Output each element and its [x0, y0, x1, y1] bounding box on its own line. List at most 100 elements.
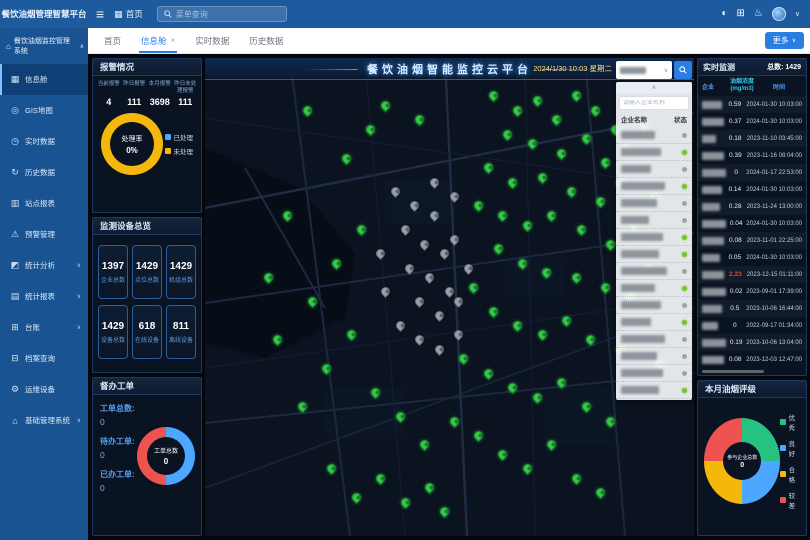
realtime-row[interactable]: 0.392023-11-16 08:04:00 [698, 147, 806, 164]
company-list-item[interactable] [616, 348, 692, 365]
tab-4[interactable]: 历史数据 [239, 28, 293, 53]
reading-time: 2023-12-03 12:47:00 [746, 357, 802, 363]
realtime-row[interactable]: 0.082023-11-01 22:25:00 [698, 232, 806, 249]
company-name-cell [702, 130, 724, 148]
company-name-redacted [621, 267, 667, 275]
header-icons: ◐ ⊞ ♨ ∨ [721, 7, 810, 21]
realtime-row[interactable]: 0.592024-01-30 10:03:00 [698, 96, 806, 113]
realtime-row[interactable]: 02024-01-17 22:53:00 [698, 164, 806, 181]
sidebar-item-7[interactable]: ◩统计分析∨ [0, 250, 88, 281]
concentration-value: 0.08 [724, 237, 747, 244]
alarm-stat: 当前报警4 [96, 81, 122, 107]
company-list-item[interactable] [616, 365, 692, 382]
tab-label: 实时数据 [195, 35, 229, 47]
tab-1[interactable]: 首页 [94, 28, 131, 53]
sidebar-item-4[interactable]: ↻历史数据 [0, 157, 88, 188]
company-list-item[interactable] [616, 144, 692, 161]
map[interactable]: 餐饮油烟智能监控云平台 2024/1/30 10:03 星期二 ∨ ∧ [205, 58, 694, 536]
concentration-value: 0.05 [723, 254, 746, 261]
company-name-redacted [621, 216, 649, 224]
base-system-icon: ⌂ [10, 416, 20, 426]
company-name-cell [702, 215, 726, 233]
legend-item: 合格 [780, 464, 800, 484]
reading-time: 2023-11-24 13:00:00 [747, 204, 802, 210]
menu-search-input[interactable] [176, 10, 280, 19]
sidebar-item-label: 历史数据 [25, 167, 55, 178]
realtime-row[interactable]: 2.232023-12-15 01:11:00 [698, 266, 806, 283]
company-list-item[interactable] [616, 382, 692, 399]
more-button[interactable]: 更多 ∨ [765, 32, 804, 49]
realtime-row[interactable]: 0.192023-10-06 13:04:00 [698, 334, 806, 351]
gis-map-icon: ◎ [10, 105, 20, 116]
sidebar-item-9[interactable]: ⊞台账∨ [0, 312, 88, 343]
status-dot [682, 303, 687, 308]
company-list-item[interactable] [616, 314, 692, 331]
reading-time: 2023-10-06 16:44:00 [746, 306, 802, 312]
horizontal-scrollbar[interactable] [702, 370, 764, 373]
company-list-item[interactable] [616, 246, 692, 263]
sidebar-item-12[interactable]: ⌂基础管理系统∨ [0, 405, 88, 436]
sidebar-system-title-label: 餐饮油烟监控管理系统 [14, 36, 77, 56]
rating-donut-label: 参与企业总数 [727, 454, 757, 461]
company-select[interactable]: ∨ [616, 61, 672, 79]
realtime-row[interactable]: 0.52023-10-06 16:44:00 [698, 300, 806, 317]
company-list-item[interactable] [616, 178, 692, 195]
realtime-row[interactable]: 02022-09-17 01:34:00 [698, 317, 806, 334]
company-name-redacted [702, 118, 724, 126]
sidebar-item-6[interactable]: ⚠预警管理 [0, 219, 88, 250]
device-stat-label: 离线设备 [169, 335, 193, 344]
realtime-row[interactable]: 0.182023-11-10 03:45:00 [698, 130, 806, 147]
sidebar-system-title[interactable]: ⌂ 餐饮油烟监控管理系统 ∧ [0, 28, 88, 64]
company-search-button[interactable] [674, 61, 692, 79]
nav-home[interactable]: ▦ 首页 [114, 8, 143, 20]
company-list-item[interactable] [616, 229, 692, 246]
tab-3[interactable]: 实时数据 [185, 28, 239, 53]
company-name-cell [702, 283, 726, 301]
concentration-value: 0.28 [724, 203, 747, 210]
sidebar-item-2[interactable]: ◎GIS地图 [0, 95, 88, 126]
status-dot [682, 133, 687, 138]
company-list-item[interactable] [616, 331, 692, 348]
apps-grid-icon[interactable]: ⊞ [737, 9, 745, 19]
sidebar-item-5[interactable]: ▥站点报表 [0, 188, 88, 219]
theme-icon[interactable]: ◐ [721, 9, 727, 19]
company-list-item[interactable] [616, 263, 692, 280]
alarm-donut-label: 处理率 [122, 134, 143, 144]
tab-bar: 首页信息舱× 实时数据历史数据 更多 ∨ [88, 28, 810, 54]
avatar[interactable] [772, 7, 786, 21]
company-list-item[interactable] [616, 280, 692, 297]
realtime-row[interactable]: 0.042024-01-30 10:03:00 [698, 215, 806, 232]
company-list-item[interactable] [616, 195, 692, 212]
company-list-item[interactable] [616, 161, 692, 178]
device-stat-label: 设备总数 [101, 335, 125, 344]
realtime-row[interactable]: 0.372024-01-30 10:03:00 [698, 113, 806, 130]
map-datetime: 2024/1/30 10:03 星期二 [533, 63, 612, 74]
chevron-down-icon[interactable]: ∨ [795, 10, 800, 18]
sidebar-item-10[interactable]: ⊟档案查询 [0, 343, 88, 374]
company-list-item[interactable] [616, 127, 692, 144]
company-name-redacted [621, 284, 655, 292]
menu-collapse-icon[interactable]: ≡ [96, 7, 104, 21]
sidebar-item-3[interactable]: ◷实时数据 [0, 126, 88, 157]
reading-time: 2024-01-17 22:53:00 [746, 170, 802, 176]
sidebar-item-1[interactable]: ▦信息舱 [0, 64, 88, 95]
company-name-input[interactable] [623, 100, 685, 106]
device-overview-panel: 监测设备总览 1397企业总数1429点位总数1429机组总数1429设备总数6… [92, 217, 202, 373]
notification-icon[interactable]: ♨ [754, 9, 763, 19]
company-dropdown-panel: ∧ 企业名称 状态 [616, 82, 692, 400]
dashboard-icon: ▦ [10, 74, 20, 85]
company-name-redacted [621, 148, 661, 156]
realtime-row[interactable]: 0.022023-09-01 17:39:00 [698, 283, 806, 300]
realtime-row[interactable]: 0.052024-01-30 10:03:00 [698, 249, 806, 266]
realtime-row[interactable]: 0.142024-01-30 10:03:00 [698, 181, 806, 198]
sidebar-item-8[interactable]: ▤统计报表∨ [0, 281, 88, 312]
company-list-item[interactable] [616, 212, 692, 229]
tab-2[interactable]: 信息舱× [131, 28, 185, 53]
realtime-table-header: 企业 油烟浓度 (mg/m3) 时间 [698, 76, 806, 96]
company-list-item[interactable] [616, 297, 692, 314]
close-icon[interactable]: × [171, 36, 176, 45]
realtime-row[interactable]: 0.082023-12-03 12:47:00 [698, 351, 806, 368]
sidebar-item-11[interactable]: ⚙运维设备 [0, 374, 88, 405]
realtime-row[interactable]: 0.282023-11-24 13:00:00 [698, 198, 806, 215]
dropdown-collapse-button[interactable]: ∧ [616, 82, 692, 93]
